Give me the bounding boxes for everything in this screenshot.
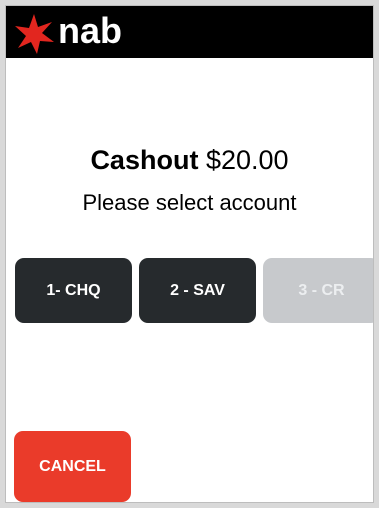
account-button-sav[interactable]: 2 - SAV — [139, 258, 256, 323]
transaction-type: Cashout — [90, 145, 199, 175]
brand-logo-text: nab — [58, 10, 123, 51]
account-button-cr: 3 - CR — [263, 258, 373, 323]
header-bar: nab — [6, 6, 373, 58]
transaction-amount: $20.00 — [205, 145, 289, 175]
transaction-title: Cashout $20.00 — [6, 144, 373, 176]
cancel-button[interactable]: CANCEL — [14, 431, 131, 502]
select-account-prompt: Please select account — [82, 190, 297, 215]
nab-star-icon — [15, 14, 54, 54]
account-button-chq[interactable]: 1- CHQ — [15, 258, 132, 323]
payment-terminal-screen: nab Cashout $20.00 Please select account… — [5, 5, 374, 503]
